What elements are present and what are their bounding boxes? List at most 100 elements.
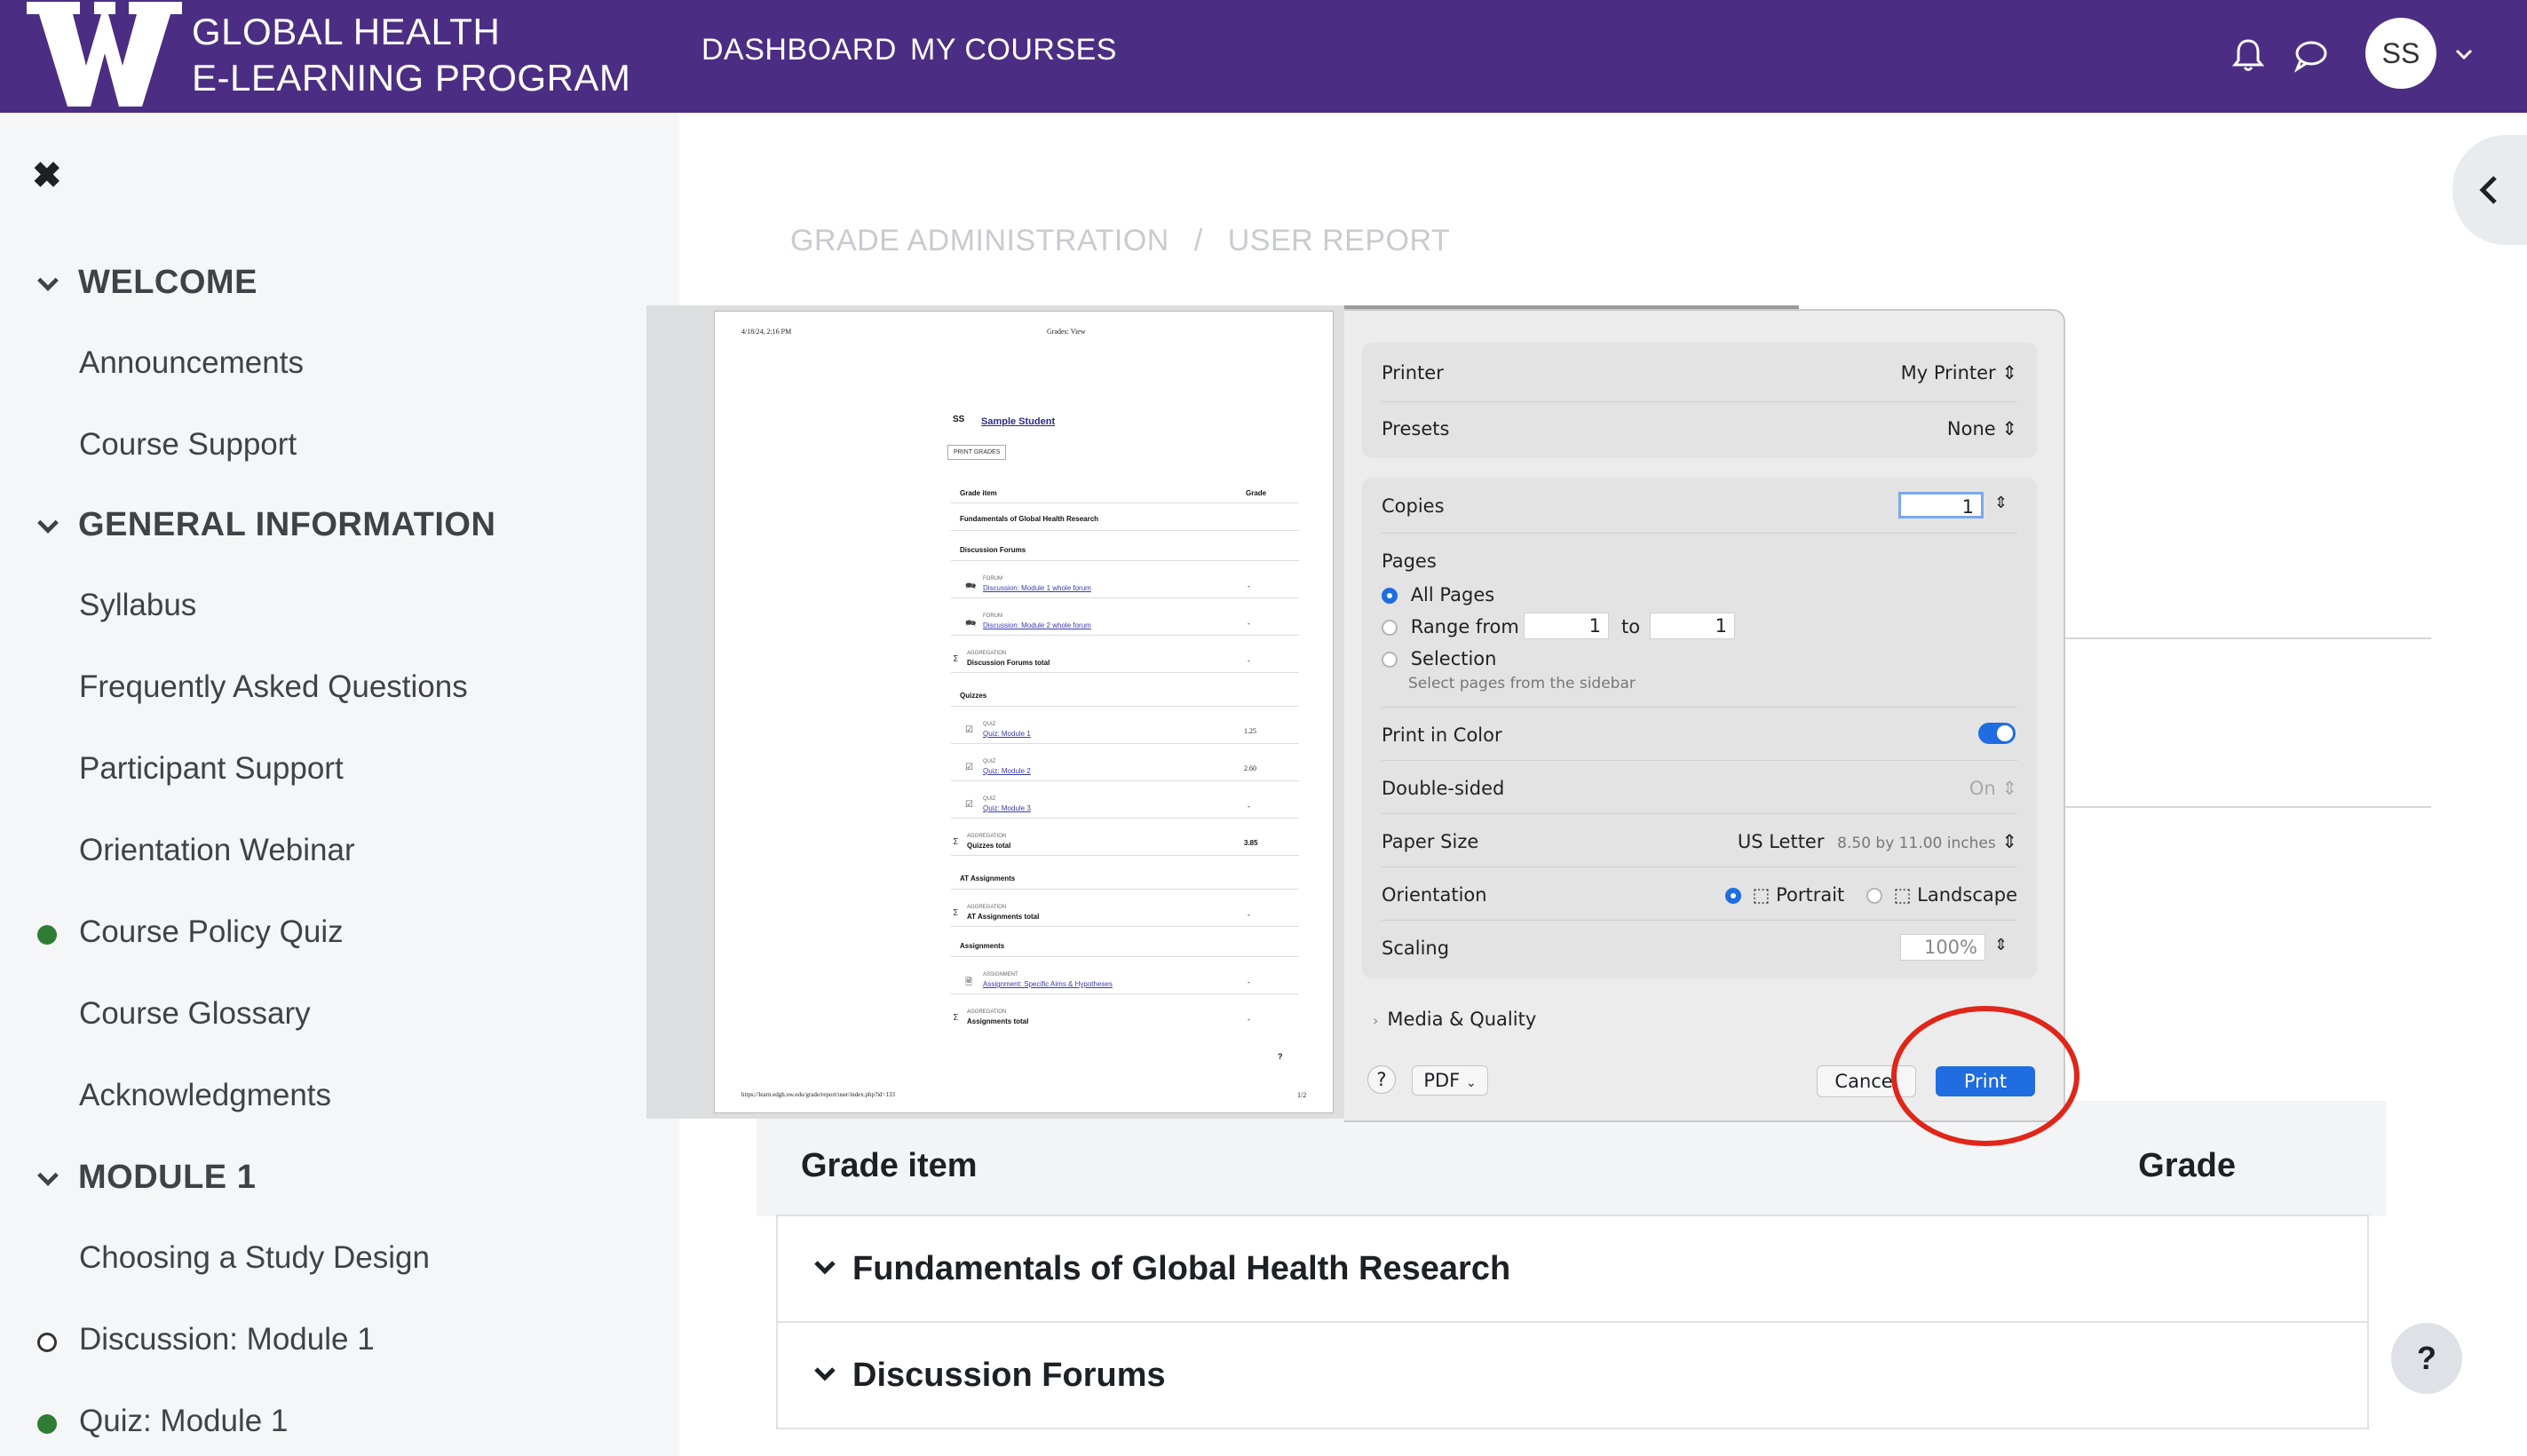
printer-panel: Printer My Printer ⇕ Presets None ⇕ (1362, 343, 2037, 458)
radio-unselected[interactable] (1382, 652, 1398, 668)
print-options-panel: Copies 1 ⇕ Pages All Pages Range from 1 … (1362, 478, 2037, 978)
double-sided-value: On (1969, 778, 1996, 799)
paper-size-label: Paper Size (1382, 831, 1479, 852)
messages-icon[interactable] (2289, 34, 2332, 76)
chevron-down-icon[interactable] (36, 514, 60, 539)
paper-size-select[interactable]: US Letter 8.50 by 11.00 inches ⇕ (1738, 831, 2017, 852)
help-button[interactable]: ? (2391, 1323, 2462, 1394)
print-button[interactable]: Print (1936, 1066, 2035, 1096)
all-pages-option[interactable]: All Pages (1382, 584, 2017, 605)
chevron-down-icon[interactable] (812, 1254, 838, 1280)
breadcrumb-user-report[interactable]: USER REPORT (1228, 224, 1450, 257)
preview-item-link: Assignment: Specific Aims & Hypotheses (983, 980, 1113, 988)
grade-category-row[interactable]: Fundamentals of Global Health Research (776, 1215, 2369, 1323)
presets-row[interactable]: Presets None ⇕ (1382, 418, 2017, 439)
chevron-down-icon[interactable] (36, 272, 60, 297)
cancel-button[interactable]: Cancel (1817, 1065, 1916, 1097)
preview-item-link: Discussion: Module 1 whole forum (983, 584, 1091, 592)
preview-category: Quizzes (960, 692, 987, 700)
preview-item-link: Quiz: Module 2 (983, 767, 1031, 775)
rule (951, 502, 1299, 503)
rule (951, 993, 1299, 994)
presets-select[interactable]: None ⇕ (1947, 418, 2017, 439)
category-name: Fundamentals of Global Health Research (852, 1250, 1511, 1287)
printer-row[interactable]: Printer My Printer ⇕ (1382, 362, 2017, 384)
rule (951, 743, 1299, 744)
preview-category: Discussion Forums (960, 546, 1026, 554)
grade-category-row[interactable]: Discussion Forums (776, 1321, 2369, 1429)
updown-icon: ⇕ (2001, 831, 2017, 852)
avatar[interactable]: SS (2365, 18, 2436, 89)
sidebar-item-discussion-module-1[interactable]: Discussion: Module 1 (79, 1322, 375, 1357)
range-start-input[interactable]: 1 (1524, 613, 1609, 639)
open-block-drawer-button[interactable] (2452, 135, 2527, 245)
print-in-color-toggle[interactable] (1978, 723, 2016, 744)
bell-icon[interactable] (2227, 34, 2270, 76)
sidebar-item-choosing-a-study-design[interactable]: Choosing a Study Design (79, 1240, 430, 1276)
sidebar-item-course-policy-quiz[interactable]: Course Policy Quiz (79, 914, 344, 950)
nav-dashboard[interactable]: DASHBOARD (701, 30, 897, 69)
chevron-down-icon[interactable] (2451, 41, 2477, 67)
pdf-menu-button[interactable]: PDF ⌄ (1412, 1065, 1488, 1096)
radio-selected[interactable] (1382, 588, 1398, 604)
sidebar-item-course-glossary[interactable]: Course Glossary (79, 996, 311, 1032)
uw-logo-icon[interactable] (27, 2, 182, 107)
page-footer-number: 1/2 (1297, 1091, 1307, 1099)
sidebar-item-orientation-webinar[interactable]: Orientation Webinar (79, 833, 355, 868)
preview-print-grades-button: PRINT GRADES (947, 445, 1007, 460)
preview-user-initials: SS (953, 415, 965, 424)
copies-stepper-icon[interactable]: ⇕ (1994, 494, 2008, 512)
print-preview-page[interactable]: 4/18/24, 2:16 PM Grades: View SS Sample … (714, 311, 1334, 1113)
help-button[interactable]: ? (1367, 1065, 1396, 1094)
printer-select[interactable]: My Printer ⇕ (1901, 362, 2017, 384)
preview-total: Quizzes total (967, 842, 1011, 850)
preview-total: Discussion Forums total (967, 659, 1050, 667)
preview-course-name: Fundamentals of Global Health Research (960, 515, 1099, 523)
sidebar-item-participant-support[interactable]: Participant Support (79, 751, 344, 787)
sidebar-item-announcements[interactable]: Announcements (79, 345, 304, 381)
close-drawer-icon[interactable]: ✖ (32, 155, 62, 196)
updown-icon: ⇕ (2001, 418, 2017, 439)
chevron-down-icon[interactable] (36, 1167, 60, 1191)
print-in-color-label: Print in Color (1382, 724, 1502, 746)
breadcrumb-grade-administration[interactable]: GRADE ADMINISTRATION (790, 224, 1169, 257)
double-sided-select[interactable]: On ⇕ (1969, 778, 2017, 799)
range-end-input[interactable]: 1 (1650, 613, 1735, 639)
sidebar-item-acknowledgments[interactable]: Acknowledgments (79, 1078, 331, 1113)
quiz-icon: ☑ (965, 800, 973, 810)
preview-item-type: QUIZ (983, 722, 996, 727)
sigma-icon: Σ (953, 837, 959, 847)
divider (1382, 866, 2017, 867)
divider (1382, 533, 2017, 534)
sidebar-item-course-support[interactable]: Course Support (79, 427, 297, 463)
sidebar-item-syllabus[interactable]: Syllabus (79, 588, 196, 623)
rule (951, 889, 1299, 890)
copies-label: Copies (1382, 495, 1445, 517)
radio-unselected[interactable] (1382, 620, 1398, 636)
scaling-stepper-icon[interactable]: ⇕ (1994, 936, 2008, 954)
quiz-icon: ☑ (965, 763, 973, 772)
scaling-input[interactable]: 100% (1900, 934, 1985, 961)
selection-option[interactable]: Selection (1382, 648, 2017, 669)
copies-input[interactable]: 1 (1898, 492, 1984, 518)
section-general-information[interactable]: GENERAL INFORMATION (36, 506, 495, 544)
nav-my-courses[interactable]: MY COURSES (910, 30, 1117, 69)
section-welcome[interactable]: WELCOME (36, 264, 257, 302)
sidebar-item-frequently-asked-questions[interactable]: Frequently Asked Questions (79, 669, 468, 705)
portrait-radio[interactable] (1724, 888, 1741, 904)
landscape-label[interactable]: Landscape (1917, 884, 2017, 906)
orientation-row: Orientation ⬚ Portrait ⬚ Landscape (1382, 884, 2017, 906)
double-sided-row[interactable]: Double-sided On ⇕ (1382, 778, 2017, 799)
preview-item-type: FORUM (983, 576, 1002, 582)
portrait-label[interactable]: Portrait (1776, 884, 1844, 906)
media-quality-disclosure[interactable]: › Media & Quality (1373, 1009, 1536, 1030)
paper-size-row[interactable]: Paper Size US Letter 8.50 by 11.00 inche… (1382, 831, 2017, 852)
landscape-radio[interactable] (1866, 888, 1882, 904)
grade-item-column-header: Grade item (801, 1147, 978, 1184)
chevron-down-icon[interactable] (812, 1360, 838, 1387)
site-name[interactable]: GLOBAL HEALTH E-LEARNING PROGRAM (192, 9, 630, 101)
preview-item-type: QUIZ (983, 796, 996, 802)
rule (951, 706, 1299, 707)
sidebar-item-quiz-module-1[interactable]: Quiz: Module 1 (79, 1404, 288, 1439)
section-module-1[interactable]: MODULE 1 (36, 1159, 256, 1197)
